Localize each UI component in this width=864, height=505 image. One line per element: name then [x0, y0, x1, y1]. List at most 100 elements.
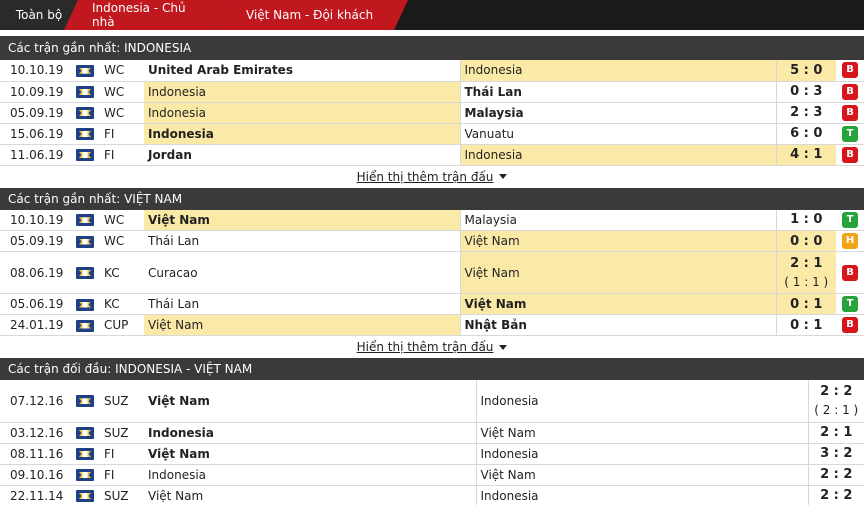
table-row[interactable]: 05.09.19 WC Thái Lan Việt Nam 0 : 0 H — [0, 230, 864, 252]
match-score: 2 : 2 — [807, 464, 864, 486]
table-row[interactable]: 22.11.14 SUZ Việt Nam Indonesia 2 : 2 — [0, 485, 864, 505]
caret-down-icon — [499, 344, 508, 350]
home-team: Jordan — [144, 144, 461, 166]
match-date: 11.06.19 — [0, 144, 70, 166]
match-date: 08.06.19 — [0, 251, 70, 294]
table-row[interactable]: 07.12.16 SUZ Việt Nam Indonesia 2 : 2 ( … — [0, 380, 864, 423]
tab-label: Toàn bộ — [15, 8, 63, 22]
competition: SUZ — [100, 380, 144, 423]
table-row[interactable]: 05.09.19 WC Indonesia Malaysia 2 : 3 B — [0, 102, 864, 124]
match-date: 05.09.19 — [0, 230, 70, 252]
competition: CUP — [100, 314, 144, 336]
table-row[interactable]: 03.12.16 SUZ Indonesia Việt Nam 2 : 1 — [0, 422, 864, 444]
home-team: Việt Nam — [144, 209, 461, 231]
competition-flag-icon — [76, 427, 94, 439]
home-team: Indonesia — [144, 81, 461, 103]
competition-flag-icon — [76, 128, 94, 140]
match-score: 2 : 1 — [790, 256, 823, 271]
result-badge: B — [842, 264, 858, 281]
competition: FI — [100, 443, 144, 465]
tab-label: Việt Nam - Đội khách — [246, 8, 374, 22]
show-more-link-vietnam[interactable]: Hiển thị thêm trận đấu — [0, 336, 864, 358]
competition: FI — [100, 123, 144, 145]
show-more-label: Hiển thị thêm trận đấu — [356, 169, 494, 184]
away-team: Indonesia — [460, 144, 776, 166]
competition: WC — [100, 60, 144, 82]
halftime-score: ( 2 : 1 ) — [814, 403, 859, 418]
competition: SUZ — [100, 485, 144, 505]
table-row[interactable]: 10.09.19 WC Indonesia Thái Lan 0 : 3 B — [0, 81, 864, 103]
match-score-cell: 2 : 2 ( 2 : 1 ) — [807, 380, 864, 423]
result-badge: B — [842, 83, 858, 100]
result-badge: H — [842, 233, 858, 249]
home-team: Curacao — [144, 251, 461, 294]
away-team: Malaysia — [460, 102, 776, 124]
match-score: 0 : 1 — [775, 293, 836, 315]
home-team: Indonesia — [144, 464, 477, 486]
home-team: Thái Lan — [144, 293, 461, 315]
match-date: 08.11.16 — [0, 443, 70, 465]
result-badge: B — [842, 62, 858, 79]
match-score: 2 : 2 — [807, 485, 864, 505]
match-score: 3 : 2 — [807, 443, 864, 465]
competition-flag-icon — [76, 64, 94, 77]
halftime-score: ( 1 : 1 ) — [784, 275, 829, 289]
away-team: Việt Nam — [460, 230, 776, 252]
head-to-head-table: 07.12.16 SUZ Việt Nam Indonesia 2 : 2 ( … — [0, 380, 864, 505]
competition: WC — [100, 81, 144, 103]
match-date: 10.10.19 — [0, 209, 70, 231]
match-date: 05.09.19 — [0, 102, 70, 124]
table-row[interactable]: 10.10.19 WC Việt Nam Malaysia 1 : 0 T — [0, 209, 864, 231]
match-date: 03.12.16 — [0, 422, 70, 444]
away-team: Vanuatu — [460, 123, 776, 145]
competition-flag-icon — [76, 490, 94, 502]
match-score: 1 : 0 — [775, 209, 836, 231]
away-team: Việt Nam — [476, 464, 808, 486]
match-score: 0 : 3 — [775, 81, 836, 103]
match-score: 6 : 0 — [775, 123, 836, 145]
table-row[interactable]: 08.11.16 FI Việt Nam Indonesia 3 : 2 — [0, 443, 864, 465]
tab-home[interactable]: Indonesia - Chủ nhà — [64, 0, 234, 30]
home-team: Indonesia — [144, 422, 477, 444]
table-row[interactable]: 09.10.16 FI Indonesia Việt Nam 2 : 2 — [0, 464, 864, 486]
table-row[interactable]: 10.10.19 WC United Arab Emirates Indones… — [0, 60, 864, 82]
table-row[interactable]: 05.06.19 KC Thái Lan Việt Nam 0 : 1 T — [0, 293, 864, 315]
tab-bar: Toàn bộ Indonesia - Chủ nhà Việt Nam - Đ… — [0, 0, 864, 30]
competition-flag-icon — [76, 107, 94, 119]
competition: KC — [100, 293, 144, 315]
away-team: Việt Nam — [460, 251, 776, 294]
section-title: Các trận đối đầu: INDONESIA - VIỆT NAM — [8, 362, 253, 376]
table-row[interactable]: 08.06.19 KC Curacao Việt Nam 2 : 1 ( 1 :… — [0, 251, 864, 294]
match-date: 24.01.19 — [0, 314, 70, 336]
match-date: 05.06.19 — [0, 293, 70, 315]
away-team: Indonesia — [476, 380, 808, 423]
match-date: 10.10.19 — [0, 60, 70, 82]
competition: WC — [100, 102, 144, 124]
away-team: Indonesia — [460, 60, 776, 82]
match-score: 0 : 1 — [775, 314, 836, 336]
home-team: Việt Nam — [144, 314, 461, 336]
competition-flag-icon — [76, 214, 94, 227]
match-score-cell: 2 : 1 ( 1 : 1 ) — [775, 251, 836, 294]
table-row[interactable]: 11.06.19 FI Jordan Indonesia 4 : 1 B — [0, 144, 864, 166]
match-date: 22.11.14 — [0, 485, 70, 505]
home-team: Việt Nam — [144, 485, 477, 505]
table-row[interactable]: 24.01.19 CUP Việt Nam Nhật Bản 0 : 1 B — [0, 314, 864, 336]
recent-table-vietnam: 10.10.19 WC Việt Nam Malaysia 1 : 0 T 05… — [0, 209, 864, 336]
show-more-link-indonesia[interactable]: Hiển thị thêm trận đấu — [0, 166, 864, 188]
match-score: 2 : 3 — [775, 102, 836, 124]
match-score: 0 : 0 — [775, 230, 836, 252]
match-date: 09.10.16 — [0, 464, 70, 486]
match-score: 5 : 0 — [775, 60, 836, 82]
away-team: Indonesia — [476, 443, 808, 465]
competition-flag-icon — [76, 86, 94, 98]
recent-table-indonesia: 10.10.19 WC United Arab Emirates Indones… — [0, 60, 864, 166]
table-row[interactable]: 15.06.19 FI Indonesia Vanuatu 6 : 0 T — [0, 123, 864, 145]
competition-flag-icon — [76, 319, 94, 332]
away-team: Thái Lan — [460, 81, 776, 103]
section-title: Các trận gần nhất: VIỆT NAM — [8, 191, 183, 206]
competition: WC — [100, 230, 144, 252]
section-header-head-to-head: Các trận đối đầu: INDONESIA - VIỆT NAM — [0, 358, 864, 380]
tab-away[interactable]: Việt Nam - Đội khách — [220, 0, 408, 30]
competition: FI — [100, 144, 144, 166]
